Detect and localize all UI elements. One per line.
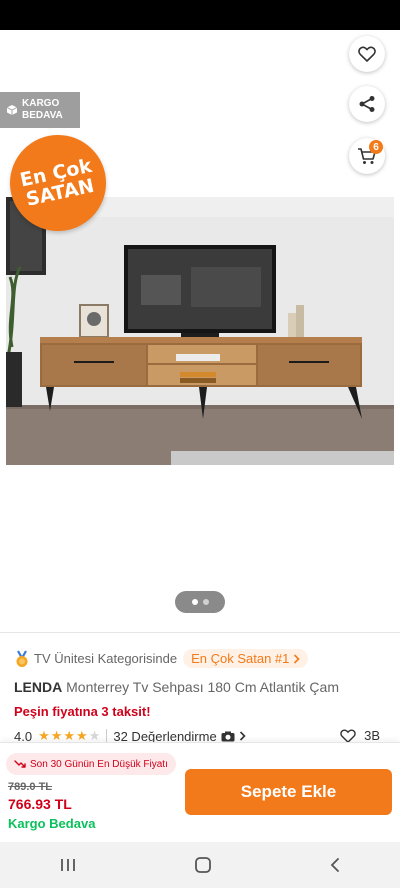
- product-image[interactable]: [6, 197, 394, 465]
- pager-dot-active: [191, 599, 198, 605]
- category-rank-chip[interactable]: En Çok Satan #1: [183, 649, 309, 668]
- cart-button[interactable]: 6: [349, 138, 385, 174]
- heart-outline-icon: [358, 46, 376, 62]
- share-icon: [359, 96, 375, 112]
- pager-dot: [202, 599, 209, 605]
- image-pager[interactable]: [175, 591, 225, 613]
- product-info: TV Ünitesi Kategorisinde En Çok Satan #1…: [0, 632, 400, 744]
- kargo-badge-line2: BEDAVA: [22, 110, 63, 121]
- product-title: LENDA Monterrey Tv Sehpası 180 Cm Atlant…: [14, 679, 339, 695]
- system-nav-bar: [0, 842, 400, 888]
- category-row: TV Ünitesi Kategorisinde En Çok Satan #1: [14, 649, 309, 668]
- product-brand[interactable]: LENDA: [14, 679, 62, 695]
- arrow-left-icon: [18, 49, 36, 65]
- chevron-right-icon: [239, 731, 246, 741]
- cart-count-badge: 6: [369, 140, 383, 154]
- category-rank-label: En Çok Satan #1: [191, 651, 290, 666]
- favorite-button[interactable]: [349, 36, 385, 72]
- installment-text: Peşin fiyatına 3 taksit!: [14, 704, 151, 719]
- favorite-count[interactable]: 3B: [340, 728, 380, 743]
- camera-icon: [221, 731, 235, 741]
- purchase-bar: Son 30 Günün En Düşük Fiyatı 789.0 TL 76…: [0, 742, 400, 842]
- tv-unit-photo: [6, 197, 394, 465]
- favorite-count-value: 3B: [364, 728, 380, 743]
- divider: [106, 729, 108, 743]
- box-icon: [6, 105, 18, 115]
- medal-icon: [16, 649, 28, 667]
- back-button[interactable]: [12, 44, 42, 70]
- free-shipping-badge: KARGO BEDAVA: [0, 92, 80, 128]
- product-name: Monterrey Tv Sehpası 180 Cm Atlantik Çam: [66, 679, 339, 695]
- trend-down-icon: [14, 760, 26, 768]
- lowest-price-label: Son 30 Günün En Düşük Fiyatı: [30, 758, 168, 770]
- kargo-badge-line1: KARGO: [22, 98, 60, 109]
- free-shipping-text: Kargo Bedava: [8, 816, 96, 831]
- add-to-cart-button[interactable]: Sepete Ekle: [185, 769, 392, 815]
- category-text: TV Ünitesi Kategorisinde: [34, 651, 178, 666]
- back-nav-icon[interactable]: [329, 857, 341, 873]
- current-price: 766.93 TL: [8, 796, 72, 812]
- old-price: 789.0 TL: [8, 781, 53, 793]
- chevron-right-icon: [294, 653, 301, 664]
- recent-apps-icon[interactable]: [59, 857, 77, 873]
- home-icon[interactable]: [194, 856, 212, 874]
- share-button[interactable]: [349, 86, 385, 122]
- status-bar: [0, 0, 400, 30]
- heart-outline-icon: [340, 729, 356, 743]
- lowest-price-chip: Son 30 Günün En Düşük Fiyatı: [6, 753, 176, 775]
